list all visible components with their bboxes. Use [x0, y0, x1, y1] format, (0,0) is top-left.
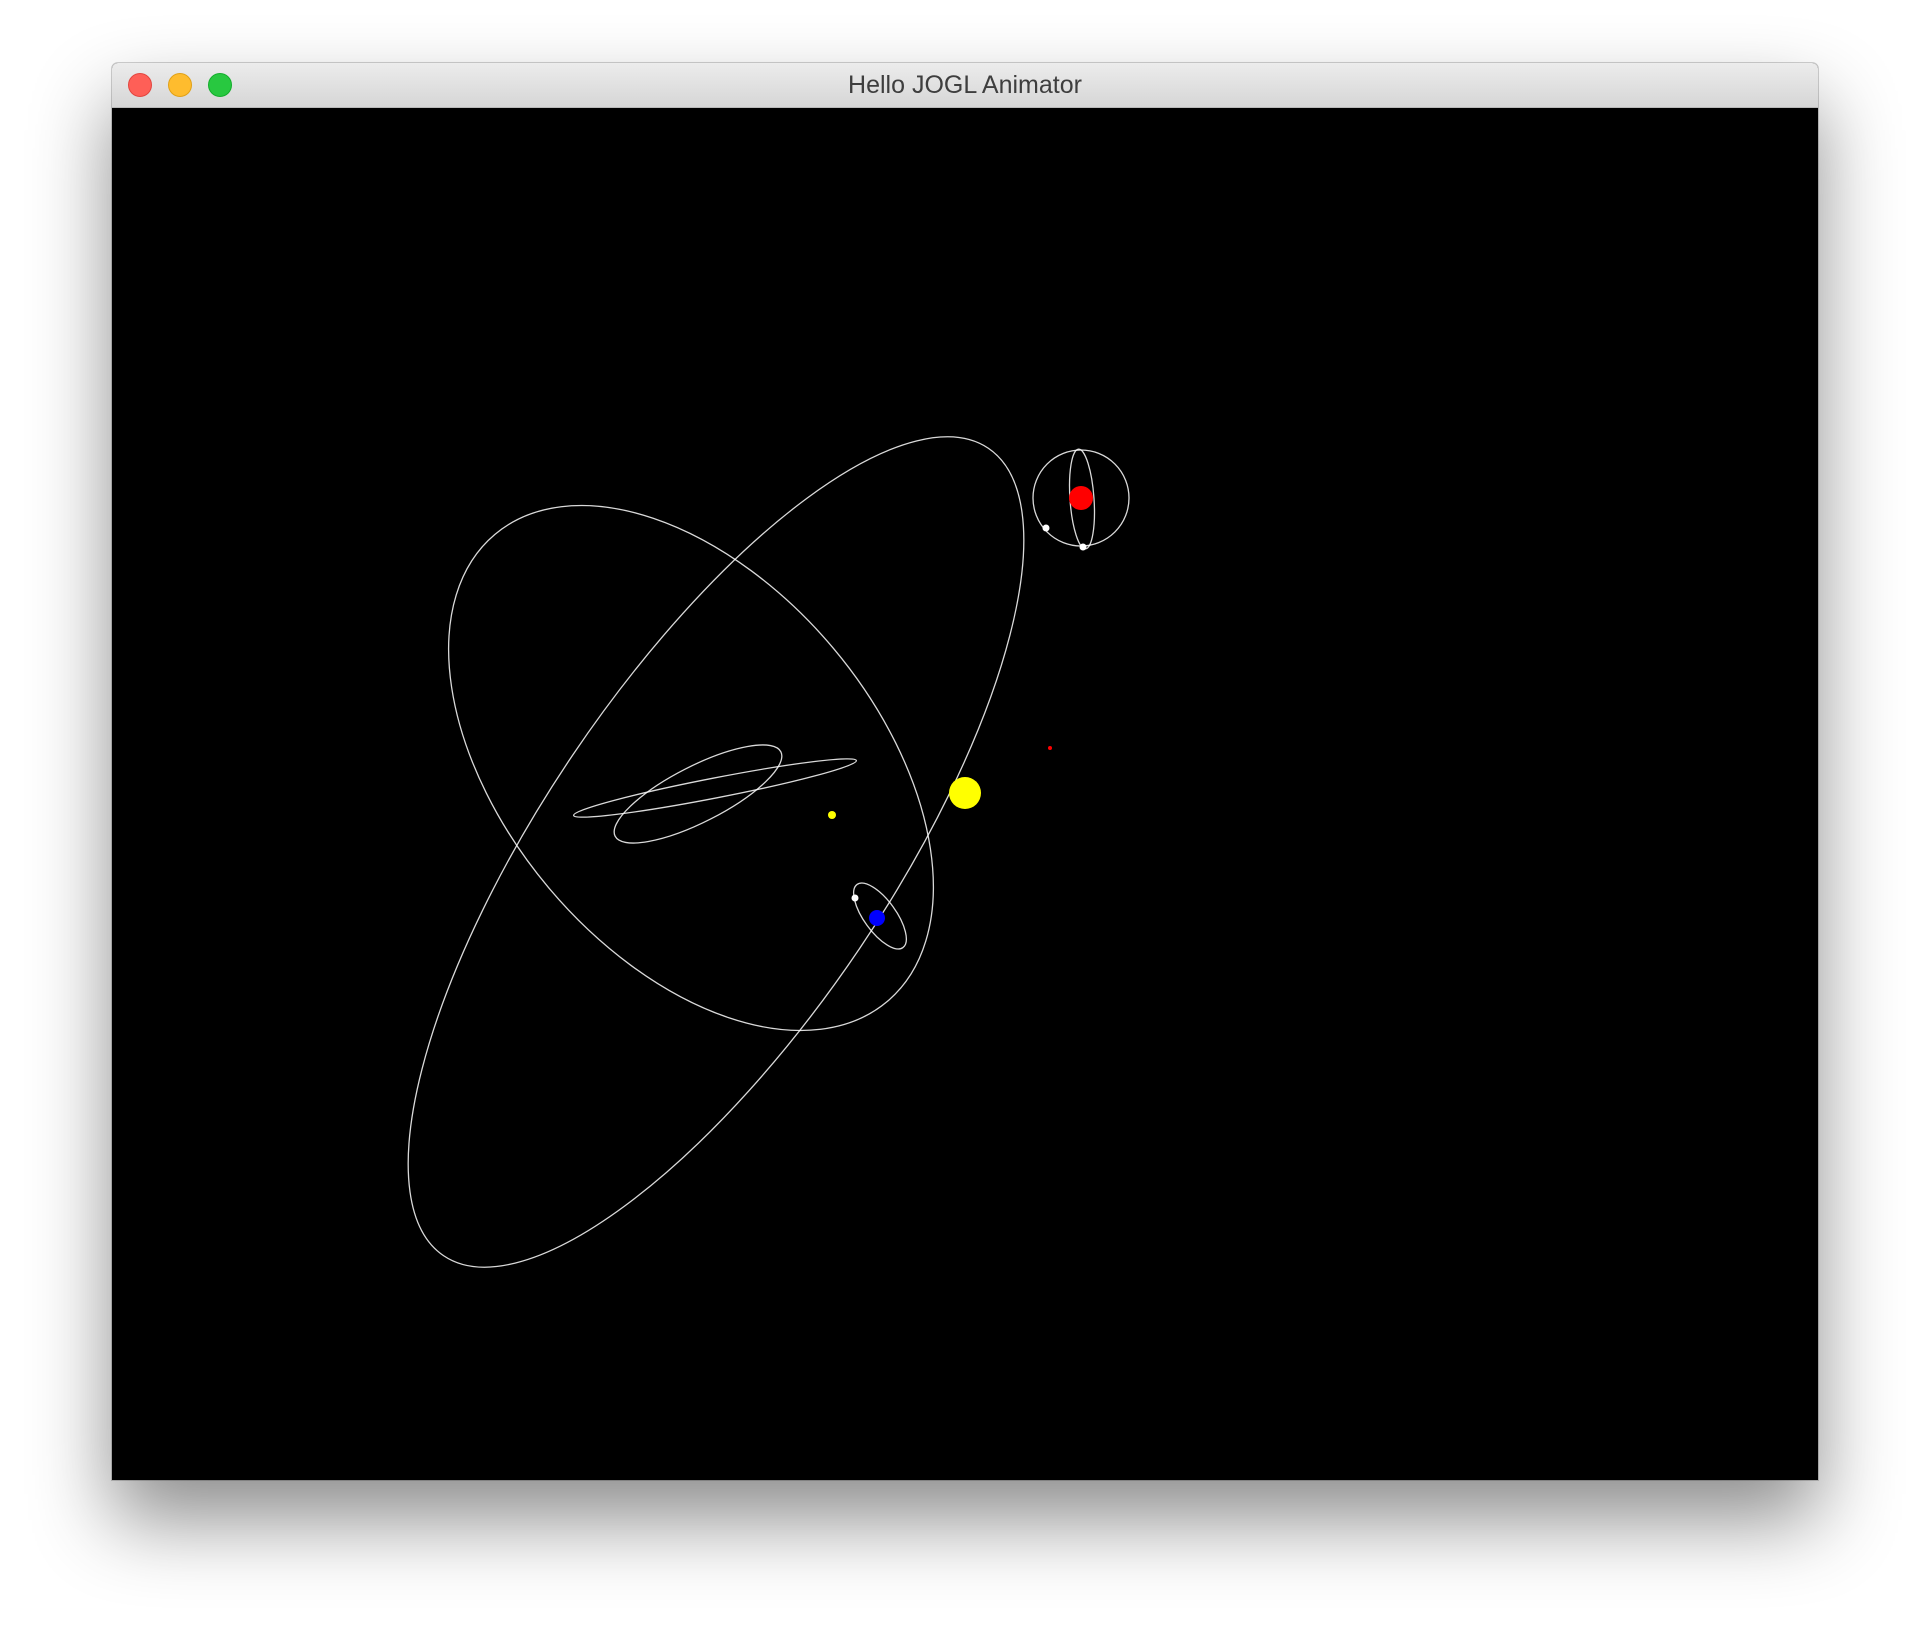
- red-planet-moon-1: [1042, 524, 1050, 532]
- yellow-moon: [828, 811, 836, 819]
- red-planet-moon-2: [1079, 543, 1087, 551]
- gl-canvas[interactable]: [112, 108, 1818, 1480]
- window-title: Hello JOGL Animator: [848, 71, 1082, 99]
- inner-orbit-2: [613, 744, 783, 844]
- orbit-medium: [447, 504, 935, 1032]
- inner-orbit-1: [572, 758, 858, 818]
- sun-body: [949, 777, 981, 809]
- app-window: Hello JOGL Animator: [112, 63, 1818, 1480]
- blue-planet: [869, 910, 885, 926]
- red-planet: [1069, 486, 1093, 510]
- desktop: Hello JOGL Animator: [0, 0, 1922, 1634]
- title-bar[interactable]: Hello JOGL Animator: [112, 63, 1818, 108]
- red-marker-dot: [1048, 746, 1052, 750]
- blue-planet-moon: [851, 894, 859, 902]
- solar-system-render: [407, 436, 1130, 1268]
- outer-orbit-large: [407, 436, 1025, 1268]
